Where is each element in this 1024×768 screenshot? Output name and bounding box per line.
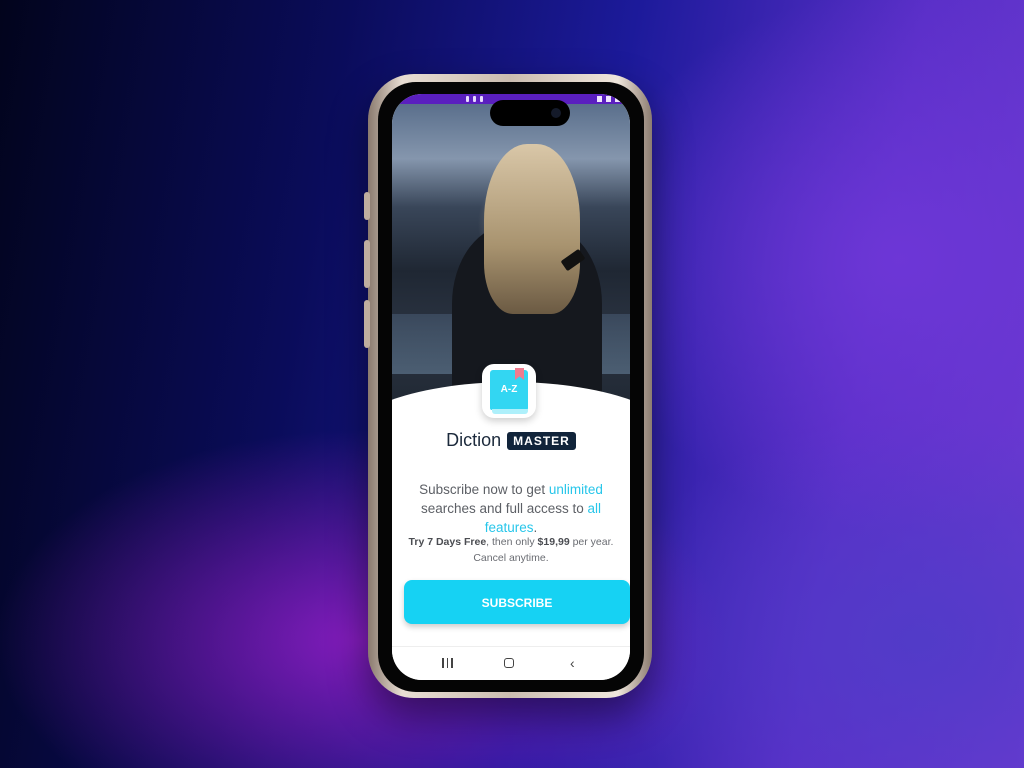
book-pages <box>492 409 528 414</box>
side-button-volume-up <box>364 240 370 288</box>
headline-prefix: Subscribe now to get <box>419 482 549 497</box>
book-graphic: A-Z <box>490 368 528 414</box>
trial-suffix: per year. <box>569 536 614 548</box>
phone-bezel: A-Z Diction MASTER Subscribe now to get u… <box>378 82 644 692</box>
brand-word: Diction <box>446 430 502 450</box>
camera-icon <box>551 108 561 118</box>
hero-person-hair <box>484 144 580 314</box>
recent-apps-icon[interactable] <box>442 658 454 668</box>
android-nav-bar: ‹ <box>392 646 630 680</box>
trial-offer: Try 7 Days Free <box>408 536 487 548</box>
phone-screen: A-Z Diction MASTER Subscribe now to get u… <box>392 94 630 680</box>
bookmark-ribbon <box>515 368 524 380</box>
side-button-volume-down <box>364 300 370 348</box>
dictionary-book-icon: A-Z <box>482 364 536 418</box>
headline-suffix: . <box>533 520 538 535</box>
hero-photo <box>392 104 630 408</box>
brand-logo: Diction MASTER <box>392 430 630 451</box>
phone-mockup: A-Z Diction MASTER Subscribe now to get u… <box>364 74 652 698</box>
status-notifications <box>466 94 483 104</box>
subscribe-button[interactable]: SUBSCRIBE <box>404 580 630 624</box>
cancel-note: Cancel anytime. <box>473 552 549 564</box>
paywall-headline: Subscribe now to get unlimited searches … <box>400 480 622 537</box>
trial-terms: Try 7 Days Free, then only $19,99 per ye… <box>402 534 620 566</box>
home-icon[interactable] <box>504 658 514 668</box>
side-button-action <box>364 192 370 220</box>
headline-highlight-unlimited: unlimited <box>548 482 603 497</box>
dynamic-island <box>490 100 570 126</box>
trial-middle: , then only <box>486 536 538 548</box>
brand-badge: MASTER <box>507 431 576 450</box>
headline-middle: searches and full access to <box>420 501 588 516</box>
app-icon-text: A-Z <box>500 384 518 395</box>
back-icon[interactable]: ‹ <box>570 656 575 670</box>
status-system-icons <box>597 94 620 104</box>
nav-divider <box>392 646 630 647</box>
trial-price: $19,99 <box>537 536 570 548</box>
